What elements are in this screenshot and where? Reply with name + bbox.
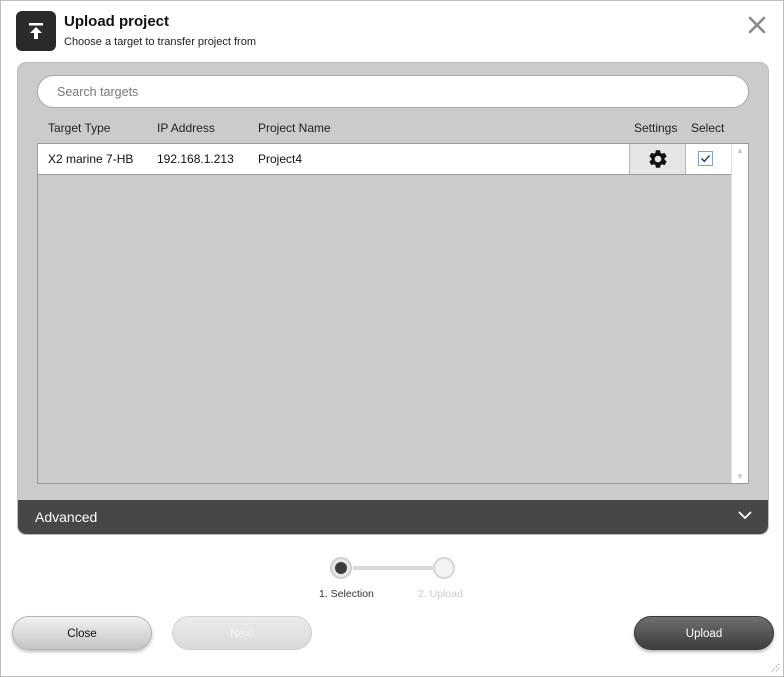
dialog-title: Upload project [64, 13, 170, 30]
upload-project-dialog: Upload project Choose a target to transf… [0, 0, 784, 677]
scroll-down-icon[interactable]: ▼ [736, 472, 744, 481]
stepper-track [353, 566, 433, 570]
settings-button[interactable] [629, 144, 686, 174]
upload-icon [16, 11, 56, 51]
cell-ip-address: 192.168.1.213 [157, 152, 234, 166]
upload-button[interactable]: Upload [634, 616, 774, 650]
cell-project-name: Project4 [258, 152, 303, 166]
column-header-settings[interactable]: Settings [634, 121, 677, 135]
column-header-select[interactable]: Select [691, 121, 724, 135]
select-checkbox[interactable] [698, 151, 713, 166]
chevron-down-icon [738, 511, 752, 520]
cell-target-type: X2 marine 7-HB [48, 152, 134, 166]
close-icon[interactable] [747, 15, 767, 35]
gear-icon [649, 150, 667, 168]
close-button[interactable]: Close [12, 616, 152, 650]
targets-table: X2 marine 7-HB 192.168.1.213 Project4 ▲ … [37, 143, 749, 484]
next-button[interactable]: Next [172, 616, 312, 650]
search-input[interactable] [37, 75, 749, 108]
step-1-label: 1. Selection [319, 588, 374, 600]
vertical-scrollbar[interactable]: ▲ ▼ [731, 144, 748, 483]
checkmark-icon [701, 155, 711, 163]
table-row[interactable]: X2 marine 7-HB 192.168.1.213 Project4 [38, 144, 731, 175]
step-2-label: 2. Upload [418, 588, 463, 600]
column-header-project-name[interactable]: Project Name [258, 121, 331, 135]
column-header-target-type[interactable]: Target Type [48, 121, 110, 135]
step-1-indicator [330, 557, 352, 579]
column-header-ip-address[interactable]: IP Address [157, 121, 215, 135]
advanced-label: Advanced [35, 509, 98, 525]
advanced-expander[interactable]: Advanced [18, 500, 768, 534]
step-2-indicator [433, 557, 455, 579]
targets-panel: Target Type IP Address Project Name Sett… [17, 62, 769, 535]
resize-grip-icon[interactable] [768, 661, 780, 673]
dialog-subtitle: Choose a target to transfer project from [64, 36, 256, 48]
scroll-up-icon[interactable]: ▲ [736, 146, 744, 155]
